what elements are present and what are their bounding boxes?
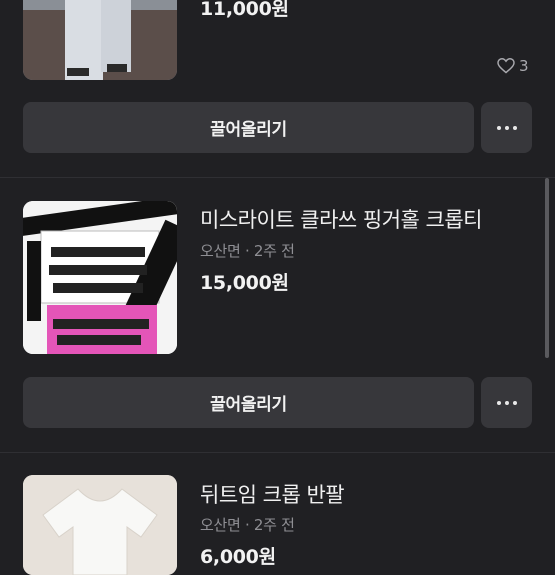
item-title[interactable]: 뒤트임 크롭 반팔 [200,479,345,509]
item-meta: 오산면 · 2주 전 [200,516,295,534]
item-title[interactable]: 미스라이트 클라쓰 핑거홀 크롭티 [200,204,483,234]
like-count-value: 3 [519,57,529,75]
item-divider [0,452,555,453]
item-price: 6,000원 [200,546,276,568]
like-count[interactable]: 3 [497,57,529,75]
more-options-button[interactable] [481,377,532,428]
product-photo [23,201,177,354]
item-thumbnail[interactable] [23,475,177,575]
item-thumbnail[interactable] [23,0,177,80]
bump-button[interactable]: 끌어올리기 [23,377,474,428]
more-options-icon [496,400,501,405]
product-photo [23,0,177,80]
item-meta: 오산면 · 2주 전 [200,242,295,260]
bump-button[interactable]: 끌어올리기 [23,102,474,153]
item-price: 15,000원 [200,272,289,294]
product-photo [23,475,177,575]
more-options-icon [496,125,501,130]
scrollbar[interactable] [545,178,549,358]
item-thumbnail[interactable] [23,201,177,354]
more-options-button[interactable] [481,102,532,153]
item-divider [0,177,555,178]
item-price: 11,000원 [200,0,289,20]
heart-icon [497,58,515,74]
